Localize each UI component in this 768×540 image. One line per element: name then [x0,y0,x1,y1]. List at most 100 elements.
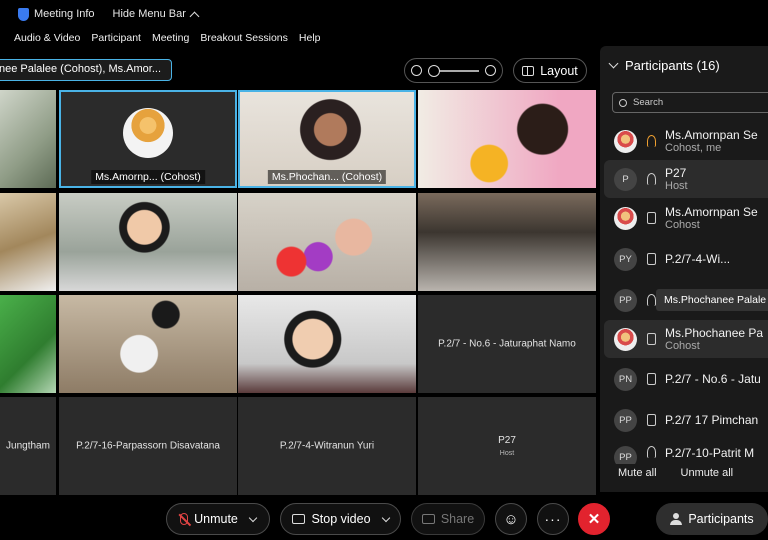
participant-name: Ms.Amornpan Se [665,128,758,142]
menu-audio-video[interactable]: Audio & Video [14,32,80,44]
zoom-slider-knob[interactable] [428,64,440,77]
layout-button[interactable]: Layout [513,58,587,83]
share-button[interactable]: Share [411,503,485,535]
participant-text: Ms.Amornpan Se Cohost, me [665,128,758,154]
tile-name-label: P.2/7-4-Witranun Yuri [279,440,375,452]
leave-button[interactable]: ✕ [578,503,610,535]
search-icon [619,98,627,107]
video-tile[interactable] [0,295,56,393]
menu-meeting[interactable]: Meeting [152,32,189,44]
stop-video-button[interactable]: Stop video [280,503,401,535]
avatar [614,129,637,153]
layout-label: Layout [540,63,578,78]
smiley-icon: ☺ [503,510,519,528]
panel-footer: Mute all Unmute all [618,467,733,479]
zoom-out-icon[interactable] [411,65,422,76]
menu-participant[interactable]: Participant [91,32,141,44]
participant-row[interactable]: Ms.Amornpan Se Cohost, me [604,122,768,160]
video-feed [0,90,56,188]
video-tile[interactable] [418,90,596,188]
tile-name-label: Ms.Amornp... (Cohost) [91,170,205,184]
video-tile-parpassorn[interactable]: P.2/7-16-Parpassorn Disavatana [59,397,237,495]
headset-icon [647,173,656,185]
participant-text: P.2/7-10-Patrit M [665,446,754,460]
tile-name-label: P.2/7-16-Parpassorn Disavatana [76,440,220,452]
phone-icon [647,414,656,426]
shield-icon [18,7,29,21]
more-options-button[interactable]: ··· [537,503,569,535]
video-tile[interactable] [418,193,596,291]
reactions-button[interactable]: ☺ [495,503,527,535]
share-icon [421,514,435,524]
menu-bar: Audio & Video Participant Meeting Breako… [0,28,321,48]
camera-icon [292,514,306,524]
video-tile[interactable] [59,193,237,291]
video-tile-cohost-amornpan[interactable]: Ms.Amornp... (Cohost) [59,90,237,188]
zoom-control[interactable] [404,58,503,83]
chevron-down-icon[interactable] [381,513,390,522]
participant-row[interactable]: PP P.2/7-10-Patrit M [604,442,768,464]
menu-breakout-sessions[interactable]: Breakout Sessions [200,32,288,44]
tile-role-label: Host [499,450,515,457]
participant-name: Ms.Phochanee Pa [665,326,764,340]
participant-role: Cohost [665,219,700,231]
participant-text: P27 Host [665,166,688,192]
avatar [614,327,637,351]
title-bar: Meeting Info Hide Menu Bar [0,0,768,28]
tile-name-label: P27 [498,435,516,446]
participant-text: Ms.Amornpan Se Cohost [665,205,758,231]
phone-icon [647,253,656,265]
avatar: PY [614,247,637,271]
video-tile[interactable] [59,295,237,393]
participant-text: P.2/7 - No.6 - Jatu [665,372,761,386]
headset-icon [647,294,656,306]
avatar: PP [614,288,637,312]
phone-icon [647,212,656,224]
unmute-all-button[interactable]: Unmute all [681,467,734,479]
video-feed [59,295,237,393]
zoom-slider[interactable] [428,64,479,77]
participant-row[interactable]: P P27 Host [604,160,768,198]
tile-name-block: P27 Host [418,435,596,457]
video-feed [0,193,56,291]
close-icon: ✕ [587,511,601,528]
meeting-info[interactable]: Meeting Info [18,7,95,21]
mute-all-button[interactable]: Mute all [618,467,657,479]
headset-icon [647,446,656,458]
participant-row[interactable]: Ms.Phochanee Pa Cohost [604,320,768,358]
phone-icon [647,373,656,385]
video-tile-host[interactable]: P27 Host [418,397,596,495]
phone-icon [647,333,656,345]
participant-text: P.2/7-4-Wi... [665,252,730,266]
participant-tooltip: Ms.Phochanee Palale [656,289,768,311]
share-label: Share [440,512,475,526]
video-tile[interactable] [0,90,56,188]
video-feed [418,90,596,188]
video-tile-jaturaphat[interactable]: P.2/7 - No.6 - Jaturaphat Namo [418,295,596,393]
video-tile-witranun[interactable]: ✋ P.2/7-4-Witranun Yuri [238,397,416,495]
participant-name: P.2/7 - No.6 - Jatu [665,372,761,386]
video-feed [238,295,416,393]
video-tile-jungtham[interactable]: Jungtham [0,397,56,495]
zoom-in-icon[interactable] [485,65,496,76]
menu-help[interactable]: Help [299,32,321,44]
participants-button[interactable]: Participants [656,503,768,535]
video-tile[interactable] [238,295,416,393]
video-tile-cohost-phochanee[interactable]: Ms.Phochan... (Cohost) [238,90,416,188]
participant-row[interactable]: PY P.2/7-4-Wi... [604,240,768,278]
participant-row[interactable]: Ms.Amornpan Se Cohost [604,199,768,237]
chevron-down-icon[interactable] [248,513,258,522]
video-tile[interactable] [0,193,56,291]
participant-row[interactable]: PN P.2/7 - No.6 - Jatu [604,360,768,398]
participant-name: P.2/7 17 Pimchan [665,413,759,427]
video-tile[interactable] [238,193,416,291]
panel-header[interactable]: Participants (16) [608,58,720,73]
hide-menu-bar[interactable]: Hide Menu Bar [113,8,200,21]
unmute-button[interactable]: Unmute [166,503,270,535]
search-input[interactable]: Search [612,92,768,113]
chevron-down-icon[interactable] [608,58,619,69]
participant-row[interactable]: PP P.2/7 17 Pimchan [604,401,768,439]
active-speaker-indicator[interactable]: nee Palalee (Cohost), Ms.Amor... [0,59,172,81]
unmute-label: Unmute [194,512,238,526]
participant-role: Cohost, me [665,142,722,154]
